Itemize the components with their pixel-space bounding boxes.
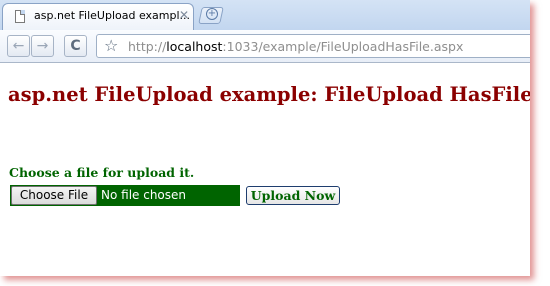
url-text[interactable]: http://localhost:1033/example/FileUpload…	[128, 39, 463, 54]
tab-strip: asp.net FileUpload exampl... ✕ +	[0, 0, 530, 30]
star-icon[interactable]: ☆	[104, 36, 118, 55]
url-host: localhost	[166, 39, 223, 54]
choose-file-button[interactable]: Choose File	[11, 186, 97, 205]
file-status-text: No file chosen	[101, 188, 187, 202]
file-upload-control[interactable]: Choose File No file chosen	[10, 185, 240, 206]
arrow-left-icon: ←	[12, 38, 25, 54]
url-path: :1033/example/FileUploadHasFile.aspx	[222, 39, 464, 54]
tab-active[interactable]: asp.net FileUpload exampl... ✕	[2, 3, 194, 30]
close-icon[interactable]: ✕	[179, 8, 189, 22]
url-prefix: http://	[128, 39, 167, 54]
arrow-right-icon: →	[36, 38, 49, 54]
tab-title: asp.net FileUpload exampl...	[34, 9, 191, 22]
page-title: asp.net FileUpload example: FileUpload H…	[8, 83, 530, 106]
reload-icon: C	[70, 38, 81, 54]
upload-prompt-label: Choose a file for upload it.	[9, 165, 195, 180]
plus-icon[interactable]: +	[206, 8, 218, 20]
forward-button[interactable]: →	[31, 35, 54, 57]
address-bar[interactable]: ☆ http://localhost:1033/example/FileUplo…	[96, 34, 530, 58]
page-icon	[15, 10, 25, 23]
page-content: asp.net FileUpload example: FileUpload H…	[0, 63, 530, 276]
reload-button[interactable]: C	[64, 35, 87, 57]
back-button[interactable]: ←	[7, 35, 30, 57]
browser-window: asp.net FileUpload exampl... ✕ + ← → C ☆…	[0, 0, 530, 276]
browser-toolbar: ← → C ☆ http://localhost:1033/example/Fi…	[0, 30, 530, 63]
upload-now-button[interactable]: Upload Now	[246, 186, 340, 205]
